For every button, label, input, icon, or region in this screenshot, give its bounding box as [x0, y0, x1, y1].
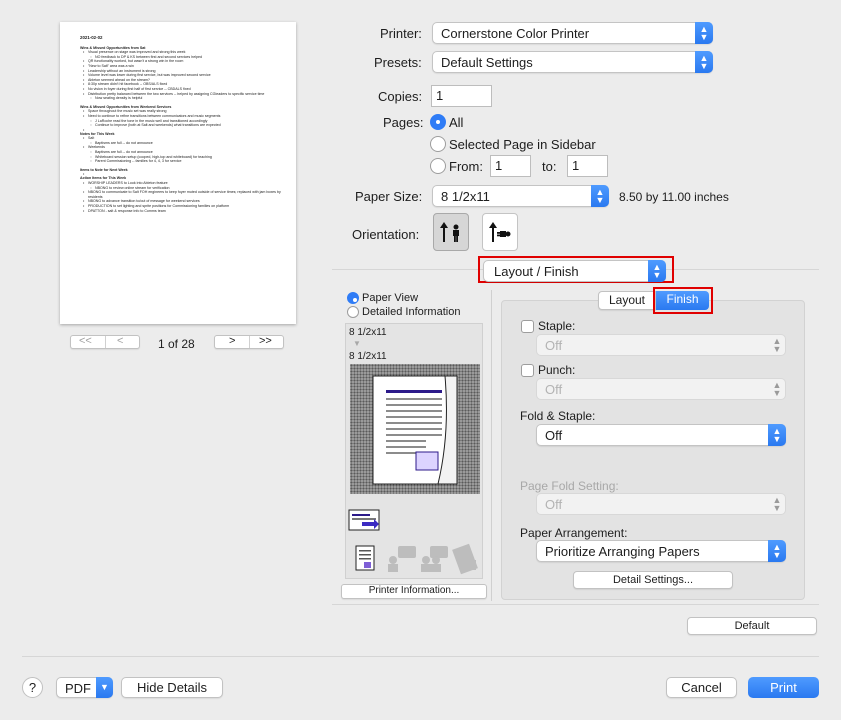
pages-from-radio[interactable]: [430, 158, 446, 174]
printer-label: Printer:: [380, 26, 422, 41]
staple-label: Staple:: [538, 319, 576, 333]
chevron-updown-icon: ▲ ▼: [695, 51, 713, 73]
staple-select[interactable]: Off ▲ ▼: [536, 334, 786, 356]
chevron-down-icon: ▼: [96, 677, 113, 698]
divider: [105, 336, 106, 348]
page-counter: 1 of 28: [158, 337, 195, 351]
tab-layout[interactable]: Layout: [598, 291, 656, 310]
pages-from-label: From:: [449, 159, 483, 174]
chevron-updown-icon: ▲ ▼: [768, 540, 786, 562]
orientation-portrait-button[interactable]: [433, 213, 469, 251]
printer-information-button[interactable]: Printer Information...: [341, 584, 487, 599]
paper-preview-image: [350, 364, 480, 494]
printer-select[interactable]: Cornerstone Color Printer ▲ ▼: [432, 22, 713, 44]
paper-size-label: Paper Size:: [355, 189, 423, 204]
preview-nav-back-group: << <: [70, 335, 140, 349]
pages-to-field[interactable]: 1: [567, 155, 608, 177]
page-fold-select[interactable]: Off ▲ ▼: [536, 493, 786, 515]
chevron-updown-icon: ▲ ▼: [591, 185, 609, 207]
first-page-button[interactable]: <<: [79, 335, 92, 347]
preview-section-heading: Items to Note for Next Week: [80, 167, 128, 172]
cancel-button[interactable]: Cancel: [666, 677, 737, 698]
page-fold-label: Page Fold Setting:: [520, 479, 619, 493]
fold-staple-value: Off: [545, 428, 563, 443]
fold-staple-label: Fold & Staple:: [520, 409, 596, 423]
pages-selected-radio[interactable]: [430, 136, 446, 152]
divider: [491, 290, 492, 601]
paper-arrangement-value: Prioritize Arranging Papers: [545, 544, 700, 559]
pages-all-radio[interactable]: [430, 114, 446, 130]
copies-label: Copies:: [378, 89, 423, 104]
detail-settings-button[interactable]: Detail Settings...: [573, 571, 733, 589]
last-page-button[interactable]: >>: [259, 335, 272, 347]
preview-document: 2021-02-02 Wins & Missed Opportunities f…: [80, 35, 285, 214]
print-preview-page: 2021-02-02 Wins & Missed Opportunities f…: [60, 22, 296, 324]
preview-line: NBONG to communicate to Salt FOH enginee…: [80, 190, 285, 199]
chevron-updown-icon: ▲ ▼: [768, 424, 786, 446]
presets-value: Default Settings: [441, 55, 533, 70]
next-page-button[interactable]: >: [229, 335, 235, 347]
section-value: Layout / Finish: [494, 264, 579, 279]
copies-field[interactable]: 1: [431, 85, 492, 107]
preview-nav-forward-group: > >>: [214, 335, 284, 349]
detailed-info-label: Detailed Information: [362, 306, 461, 318]
chevron-updown-icon: ▲ ▼: [772, 380, 782, 398]
pages-selected-label: Selected Page in Sidebar: [449, 137, 596, 152]
section-select[interactable]: Layout / Finish ▲ ▼: [483, 260, 666, 282]
staple-checkbox[interactable]: [521, 320, 534, 333]
pages-label: Pages:: [383, 115, 424, 130]
fold-staple-select[interactable]: Off ▲ ▼: [536, 424, 786, 446]
chevron-updown-icon: ▲ ▼: [695, 22, 713, 44]
paper-stack-graphic: [372, 375, 458, 485]
portrait-person-icon: [440, 222, 459, 242]
presets-label: Presets:: [374, 55, 422, 70]
option-icons: [348, 509, 478, 575]
divider: [22, 656, 819, 657]
punch-select[interactable]: Off ▲ ▼: [536, 378, 786, 400]
paper-size-value: 8 1/2x11: [441, 189, 490, 204]
help-button[interactable]: ?: [22, 677, 43, 698]
down-arrow-icon: ▼: [353, 339, 361, 348]
hide-details-button[interactable]: Hide Details: [121, 677, 223, 698]
page-fold-value: Off: [545, 497, 563, 512]
chevron-updown-icon: ▲ ▼: [648, 260, 666, 282]
paper-view-panel: 8 1/2x11 ▼ 8 1/2x11: [345, 323, 483, 579]
pages-from-field[interactable]: 1: [490, 155, 531, 177]
print-button[interactable]: Print: [748, 677, 819, 698]
paper-size-select[interactable]: 8 1/2x11 ▲ ▼: [432, 185, 609, 207]
presets-select[interactable]: Default Settings ▲ ▼: [432, 51, 713, 73]
pdf-label: PDF: [65, 681, 91, 696]
output-paper-size: 8 1/2x11: [349, 351, 387, 362]
paper-view-radio[interactable]: [347, 292, 359, 304]
prev-page-button[interactable]: <: [117, 335, 123, 347]
landscape-person-icon: [489, 222, 511, 242]
preview-line: Parent Commissioning -- families for 4, …: [80, 159, 285, 164]
preview-date: 2021-02-02: [80, 35, 103, 40]
pages-all-label: All: [449, 115, 464, 130]
default-button[interactable]: Default: [687, 617, 817, 635]
printer-value: Cornerstone Color Printer: [441, 26, 590, 41]
punch-value: Off: [545, 382, 563, 397]
punch-checkbox[interactable]: [521, 364, 534, 377]
staple-value: Off: [545, 338, 563, 353]
preview-line: Now seating density is helpful: [80, 96, 285, 101]
paper-view-label: Paper View: [362, 292, 419, 304]
detailed-info-radio[interactable]: [347, 306, 359, 318]
orientation-landscape-button[interactable]: [482, 213, 518, 251]
paper-size-dims: 8.50 by 11.00 inches: [619, 190, 729, 204]
chevron-updown-icon: ▲ ▼: [772, 336, 782, 354]
divider: [249, 336, 250, 348]
preview-line: DPATTON - salt & response info to Comms …: [80, 209, 285, 214]
input-paper-size: 8 1/2x11: [349, 327, 387, 338]
preview-line: Continue to improve (both at Salt and we…: [80, 123, 285, 128]
divider: [332, 604, 819, 605]
chevron-updown-icon: ▲ ▼: [772, 495, 782, 513]
paper-arrangement-label: Paper Arrangement:: [520, 526, 628, 540]
paper-arrangement-select[interactable]: Prioritize Arranging Papers ▲ ▼: [536, 540, 786, 562]
punch-label: Punch:: [538, 363, 576, 377]
pages-to-label: to:: [542, 159, 557, 174]
pdf-menu-button[interactable]: PDF ▼: [56, 677, 113, 698]
tab-finish[interactable]: Finish: [656, 291, 709, 310]
orientation-label: Orientation:: [352, 227, 420, 242]
